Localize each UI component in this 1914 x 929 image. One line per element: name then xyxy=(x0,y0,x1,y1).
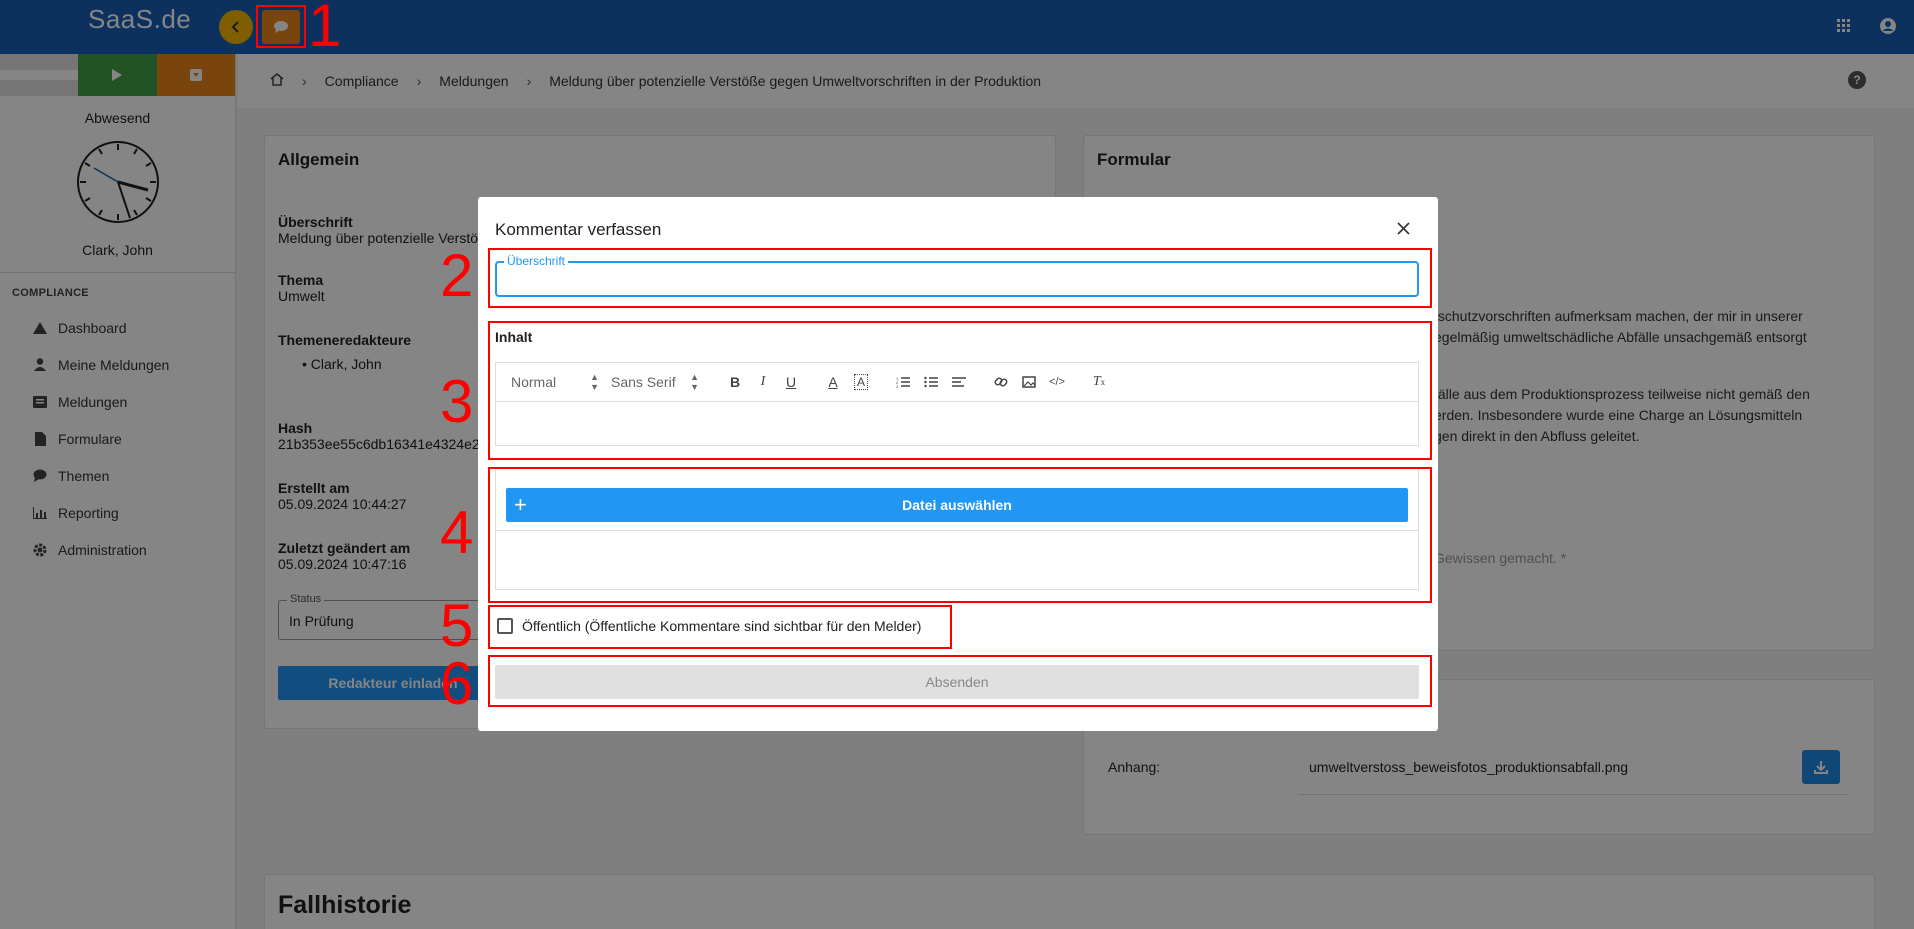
close-icon[interactable] xyxy=(1394,219,1412,237)
annotation-box-1 xyxy=(256,5,306,48)
annotation-number-1: 1 xyxy=(308,0,342,59)
annotation-box-6 xyxy=(488,655,1432,707)
annotation-box-5 xyxy=(488,605,952,649)
dialog-title: Kommentar verfassen xyxy=(495,220,662,239)
annotation-number-5: 5 xyxy=(440,592,474,659)
annotation-number-6: 6 xyxy=(440,650,474,717)
annotation-number-4: 4 xyxy=(440,499,474,566)
annotation-number-2: 2 xyxy=(440,242,474,309)
annotation-box-2 xyxy=(488,248,1432,308)
annotation-box-4 xyxy=(488,467,1432,603)
annotation-box-3 xyxy=(488,321,1432,460)
annotation-number-3: 3 xyxy=(440,368,474,435)
